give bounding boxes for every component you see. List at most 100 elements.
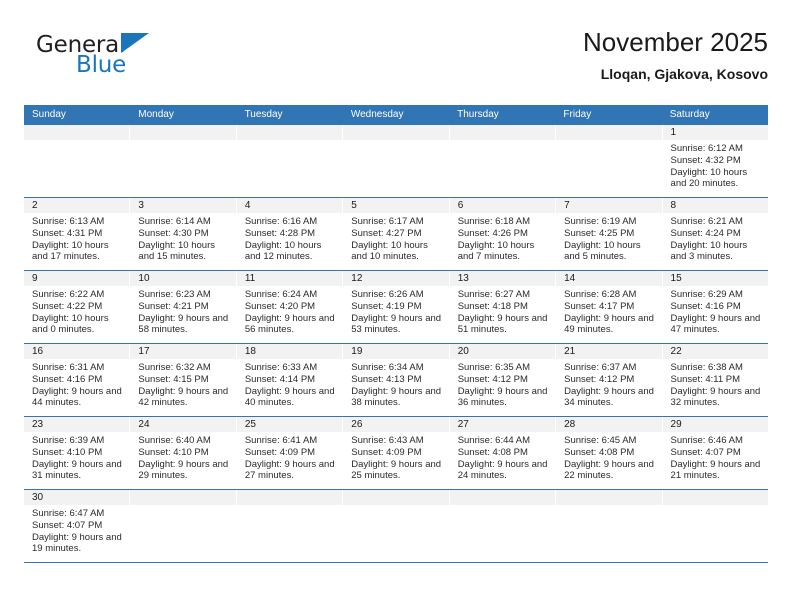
day-info: Sunrise: 6:21 AM Sunset: 4:24 PM Dayligh… <box>663 213 768 267</box>
day-cell[interactable]: 8 Sunrise: 6:21 AM Sunset: 4:24 PM Dayli… <box>662 198 768 270</box>
day-info <box>237 140 342 147</box>
day-cell[interactable]: 25 Sunrise: 6:41 AM Sunset: 4:09 PM Dayl… <box>236 417 344 489</box>
day-number: 18 <box>236 344 343 359</box>
day-number: 25 <box>236 417 343 432</box>
day-info: Sunrise: 6:33 AM Sunset: 4:14 PM Dayligh… <box>237 359 342 413</box>
day-cell[interactable]: 1 Sunrise: 6:12 AM Sunset: 4:32 PM Dayli… <box>662 125 768 197</box>
sunset-text: Sunset: 4:07 PM <box>670 446 741 458</box>
week-row: 9 Sunrise: 6:22 AM Sunset: 4:22 PM Dayli… <box>24 271 768 344</box>
day-cell[interactable]: 28 Sunrise: 6:45 AM Sunset: 4:08 PM Dayl… <box>556 417 663 489</box>
day-cell[interactable] <box>343 490 450 562</box>
daylight-text: Daylight: 9 hours and 31 minutes. <box>32 458 122 482</box>
day-cell[interactable]: 23 Sunrise: 6:39 AM Sunset: 4:10 PM Dayl… <box>24 417 131 489</box>
day-cell[interactable]: 5 Sunrise: 6:17 AM Sunset: 4:27 PM Dayli… <box>343 198 450 270</box>
daylight-text: Daylight: 9 hours and 19 minutes. <box>32 531 122 555</box>
day-cell[interactable]: 16 Sunrise: 6:31 AM Sunset: 4:16 PM Dayl… <box>24 344 131 416</box>
day-info: Sunrise: 6:27 AM Sunset: 4:18 PM Dayligh… <box>450 286 555 340</box>
day-info: Sunrise: 6:28 AM Sunset: 4:17 PM Dayligh… <box>556 286 661 340</box>
sunrise-text: Sunrise: 6:38 AM <box>670 362 743 373</box>
sunset-text: Sunset: 4:18 PM <box>457 300 528 312</box>
day-info: Sunrise: 6:18 AM Sunset: 4:26 PM Dayligh… <box>450 213 555 267</box>
week-row: 2 Sunrise: 6:13 AM Sunset: 4:31 PM Dayli… <box>24 198 768 271</box>
daylight-text: Daylight: 9 hours and 22 minutes. <box>564 458 654 482</box>
day-info: Sunrise: 6:13 AM Sunset: 4:31 PM Dayligh… <box>24 213 129 267</box>
day-cell[interactable]: 17 Sunrise: 6:32 AM Sunset: 4:15 PM Dayl… <box>130 344 237 416</box>
day-cell[interactable]: 18 Sunrise: 6:33 AM Sunset: 4:14 PM Dayl… <box>236 344 344 416</box>
day-cell[interactable]: 7 Sunrise: 6:19 AM Sunset: 4:25 PM Dayli… <box>556 198 663 270</box>
weekday-thursday: Thursday <box>457 109 499 120</box>
day-number: 15 <box>662 271 768 286</box>
day-info: Sunrise: 6:32 AM Sunset: 4:15 PM Dayligh… <box>130 359 235 413</box>
sunset-text: Sunset: 4:26 PM <box>457 227 528 239</box>
sunset-text: Sunset: 4:27 PM <box>351 227 422 239</box>
sunset-text: Sunset: 4:24 PM <box>670 227 741 239</box>
day-number <box>662 490 768 505</box>
day-cell[interactable] <box>556 490 663 562</box>
sunrise-text: Sunrise: 6:37 AM <box>564 362 637 373</box>
day-number: 12 <box>343 271 449 286</box>
day-cell[interactable]: 4 Sunrise: 6:16 AM Sunset: 4:28 PM Dayli… <box>236 198 344 270</box>
day-info <box>450 140 555 147</box>
day-number: 7 <box>556 198 662 213</box>
day-number: 20 <box>449 344 556 359</box>
day-cell[interactable] <box>130 125 237 197</box>
day-cell[interactable]: 29 Sunrise: 6:46 AM Sunset: 4:07 PM Dayl… <box>662 417 768 489</box>
day-cell[interactable]: 26 Sunrise: 6:43 AM Sunset: 4:09 PM Dayl… <box>343 417 450 489</box>
day-info: Sunrise: 6:17 AM Sunset: 4:27 PM Dayligh… <box>343 213 448 267</box>
sunset-text: Sunset: 4:17 PM <box>564 300 635 312</box>
day-cell[interactable]: 27 Sunrise: 6:44 AM Sunset: 4:08 PM Dayl… <box>449 417 557 489</box>
page-header: General Blue November 2025 Lloqan, Gjako… <box>24 26 768 96</box>
day-number <box>24 125 130 140</box>
sunset-text: Sunset: 4:28 PM <box>244 227 316 239</box>
day-number: 27 <box>449 417 556 432</box>
day-number: 1 <box>662 125 768 140</box>
day-cell[interactable] <box>24 125 131 197</box>
day-number: 21 <box>556 344 662 359</box>
sunrise-text: Sunrise: 6:35 AM <box>457 362 531 373</box>
week-row: 16 Sunrise: 6:31 AM Sunset: 4:16 PM Dayl… <box>24 344 768 417</box>
day-cell[interactable]: 11 Sunrise: 6:24 AM Sunset: 4:20 PM Dayl… <box>236 271 344 343</box>
day-cell[interactable]: 9 Sunrise: 6:22 AM Sunset: 4:22 PM Dayli… <box>24 271 131 343</box>
sunrise-text: Sunrise: 6:47 AM <box>32 508 105 519</box>
day-cell[interactable]: 20 Sunrise: 6:35 AM Sunset: 4:12 PM Dayl… <box>449 344 557 416</box>
day-cell[interactable] <box>236 125 344 197</box>
day-cell[interactable]: 22 Sunrise: 6:38 AM Sunset: 4:11 PM Dayl… <box>662 344 768 416</box>
day-cell[interactable] <box>449 125 557 197</box>
day-cell[interactable]: 24 Sunrise: 6:40 AM Sunset: 4:10 PM Dayl… <box>130 417 237 489</box>
daylight-text: Daylight: 9 hours and 53 minutes. <box>351 312 442 336</box>
day-cell[interactable]: 10 Sunrise: 6:23 AM Sunset: 4:21 PM Dayl… <box>130 271 237 343</box>
day-cell[interactable]: 14 Sunrise: 6:28 AM Sunset: 4:17 PM Dayl… <box>556 271 663 343</box>
day-cell[interactable] <box>130 490 237 562</box>
daylight-text: Daylight: 9 hours and 49 minutes. <box>564 312 654 336</box>
week-row: 23 Sunrise: 6:39 AM Sunset: 4:10 PM Dayl… <box>24 417 768 490</box>
day-cell[interactable] <box>662 490 768 562</box>
sunrise-text: Sunrise: 6:44 AM <box>457 435 531 446</box>
day-cell[interactable] <box>343 125 450 197</box>
sunrise-text: Sunrise: 6:32 AM <box>138 362 211 373</box>
day-cell[interactable]: 15 Sunrise: 6:29 AM Sunset: 4:16 PM Dayl… <box>662 271 768 343</box>
day-info <box>237 505 342 512</box>
day-cell[interactable]: 13 Sunrise: 6:27 AM Sunset: 4:18 PM Dayl… <box>449 271 557 343</box>
day-cell[interactable] <box>236 490 344 562</box>
day-cell[interactable]: 30 Sunrise: 6:47 AM Sunset: 4:07 PM Dayl… <box>24 490 131 562</box>
general-blue-logo[interactable]: General Blue <box>36 32 236 88</box>
day-cell[interactable]: 2 Sunrise: 6:13 AM Sunset: 4:31 PM Dayli… <box>24 198 131 270</box>
day-cell[interactable]: 3 Sunrise: 6:14 AM Sunset: 4:30 PM Dayli… <box>130 198 237 270</box>
day-cell[interactable]: 12 Sunrise: 6:26 AM Sunset: 4:19 PM Dayl… <box>343 271 450 343</box>
day-cell[interactable] <box>449 490 557 562</box>
day-cell[interactable]: 19 Sunrise: 6:34 AM Sunset: 4:13 PM Dayl… <box>343 344 450 416</box>
day-cell[interactable]: 6 Sunrise: 6:18 AM Sunset: 4:26 PM Dayli… <box>449 198 557 270</box>
sunset-text: Sunset: 4:11 PM <box>670 373 741 385</box>
sunset-text: Sunset: 4:08 PM <box>564 446 635 458</box>
daylight-text: Daylight: 9 hours and 36 minutes. <box>457 385 548 409</box>
weekday-friday: Friday <box>563 109 592 120</box>
day-cell[interactable]: 21 Sunrise: 6:37 AM Sunset: 4:12 PM Dayl… <box>556 344 663 416</box>
sunset-text: Sunset: 4:08 PM <box>457 446 528 458</box>
daylight-text: Daylight: 10 hours and 7 minutes. <box>457 239 535 263</box>
day-cell[interactable] <box>556 125 663 197</box>
sunrise-text: Sunrise: 6:40 AM <box>138 435 211 446</box>
day-info: Sunrise: 6:22 AM Sunset: 4:22 PM Dayligh… <box>24 286 129 340</box>
day-info: Sunrise: 6:46 AM Sunset: 4:07 PM Dayligh… <box>663 432 768 486</box>
calendar-grid: Sunday Monday Tuesday Wednesday Thursday… <box>24 105 768 563</box>
sunrise-text: Sunrise: 6:27 AM <box>457 289 531 300</box>
